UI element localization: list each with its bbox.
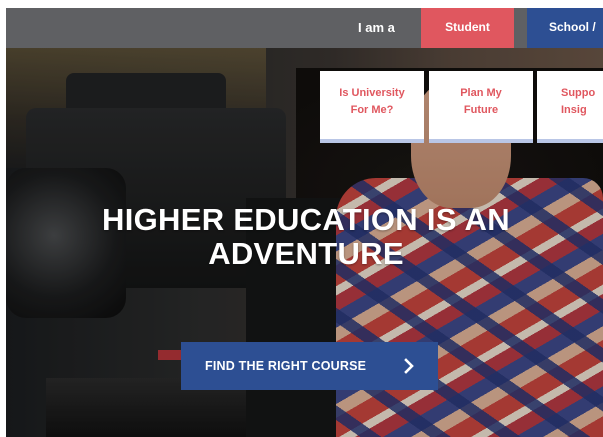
menu-card-label: Plan My Future	[435, 85, 527, 119]
tab-school-label: School /	[549, 20, 596, 34]
menu-card-line: Plan My	[460, 87, 502, 99]
menu-card-line: For Me?	[350, 104, 394, 116]
find-course-button-label: FIND THE RIGHT COURSE	[205, 359, 367, 373]
page-frame: I am a Student School / HIGHER EDUCATION…	[6, 8, 603, 437]
find-course-button[interactable]: FIND THE RIGHT COURSE	[181, 342, 438, 390]
menu-card-line: Insig	[561, 104, 587, 116]
menu-card-line: Is University	[339, 87, 405, 99]
hero-headline-line-1: HIGHER EDUCATION IS AN	[102, 202, 510, 237]
tab-student[interactable]: Student	[421, 8, 514, 48]
tab-school[interactable]: School /	[527, 8, 603, 48]
i-am-a-label: I am a	[358, 20, 395, 35]
menu-card-line: Future	[463, 104, 499, 116]
menu-card-is-university[interactable]: Is University For Me?	[320, 71, 424, 143]
top-bar: I am a Student School /	[6, 8, 603, 48]
tab-student-label: Student	[445, 20, 490, 34]
hero-headline: HIGHER EDUCATION IS AN ADVENTURE	[66, 203, 546, 271]
menu-card-line: Suppo	[561, 87, 596, 99]
menu-card-label: Is University For Me?	[326, 85, 418, 119]
menu-card-support-insights[interactable]: Suppo Insig	[537, 71, 603, 143]
menu-card-plan-my-future[interactable]: Plan My Future	[429, 71, 533, 143]
chevron-right-icon	[404, 358, 414, 374]
menu-card-label: Suppo Insig	[561, 85, 603, 119]
hero-headline-line-2: ADVENTURE	[208, 236, 404, 271]
